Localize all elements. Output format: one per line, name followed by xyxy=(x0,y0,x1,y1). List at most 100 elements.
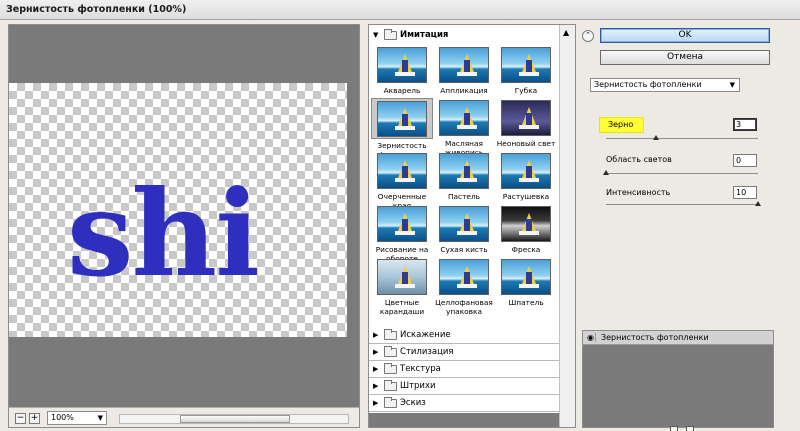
filter-thumb-palette-knife[interactable]: Шпатель xyxy=(495,257,557,316)
preview-background-top xyxy=(9,25,359,83)
intensity-label: Интенсивность xyxy=(606,188,671,197)
grain-slider-thumb[interactable] xyxy=(653,135,660,140)
category-label: Штрихи xyxy=(400,381,436,391)
filter-preview-image xyxy=(501,47,551,83)
intensity-slider[interactable] xyxy=(606,204,758,205)
grain-slider[interactable] xyxy=(606,138,758,139)
filter-thumb-applique[interactable]: Аппликация xyxy=(433,45,495,104)
window-title: Зернистость фотопленки (100%) xyxy=(6,4,187,15)
title-bar: Зернистость фотопленки (100%) xyxy=(0,0,800,20)
filter-thumb-fresco[interactable]: Фреска xyxy=(495,204,557,263)
zoom-value: 100% xyxy=(51,413,74,422)
expand-triangle-icon: ▶ xyxy=(373,382,379,390)
filter-preview-image xyxy=(501,206,551,242)
grain-input[interactable]: 3 xyxy=(733,118,757,131)
filter-select-value: Зернистость фотопленки xyxy=(594,80,702,89)
folder-icon xyxy=(384,380,397,391)
folder-icon xyxy=(384,363,397,374)
expand-triangle-icon: ▶ xyxy=(373,399,379,407)
collapse-icon[interactable]: ⌃ xyxy=(582,30,594,42)
preview-sample-text: shi xyxy=(67,164,260,303)
zoom-in-button[interactable]: + xyxy=(29,413,40,424)
filter-select[interactable]: Зернистость фотопленки ▼ xyxy=(590,78,740,92)
filter-thumb-oil-paint[interactable]: Масляная живопись xyxy=(433,98,495,157)
filter-preview-image xyxy=(377,47,427,83)
highlight-area-slider[interactable] xyxy=(606,173,758,174)
filter-thumb-underpainting[interactable]: Рисование на обороте xyxy=(371,204,433,263)
preview-vertical-scrollbar[interactable] xyxy=(347,83,359,337)
intensity-input[interactable]: 10 xyxy=(733,186,757,199)
filter-thumb-smudge[interactable]: Растушевка xyxy=(495,151,557,210)
effect-layers-panel: ◉ Зернистость фотопленки xyxy=(582,330,774,428)
expand-triangle-icon: ▶ xyxy=(373,348,379,356)
filter-preview-image xyxy=(439,100,489,136)
gallery-scrollbar[interactable]: ▲ xyxy=(559,25,575,427)
filter-thumb-plastic-wrap[interactable]: Целлофановая упаковка xyxy=(433,257,495,316)
filter-thumb-watercolor[interactable]: Акварель xyxy=(371,45,433,104)
highlight-area-input[interactable]: 0 xyxy=(733,154,757,167)
category-brush-strokes[interactable]: ▶ Штрихи xyxy=(369,378,559,395)
expand-triangle-icon: ▶ xyxy=(373,365,379,373)
ok-button[interactable]: OK xyxy=(600,28,770,43)
delete-effect-layer-icon[interactable] xyxy=(686,426,694,431)
filter-preview-image xyxy=(439,153,489,189)
zoom-select[interactable]: 100% ▼ xyxy=(47,411,107,425)
folder-icon xyxy=(384,397,397,408)
grain-label: Зерно xyxy=(600,118,644,132)
filter-preview-image xyxy=(439,206,489,242)
highlight-area-label: Область светов xyxy=(606,155,672,164)
filter-preview-image xyxy=(439,47,489,83)
eye-icon[interactable]: ◉ xyxy=(586,333,596,342)
scroll-up-icon[interactable]: ▲ xyxy=(563,28,569,37)
filter-settings: Зерно 3 Область светов 0 Интенсивность 1… xyxy=(588,96,788,206)
preview-horizontal-scrollbar[interactable] xyxy=(119,414,349,424)
expand-triangle-icon: ▶ xyxy=(373,331,379,339)
folder-icon xyxy=(384,329,397,340)
expand-triangle-icon: ▼ xyxy=(373,31,379,39)
settings-panel: ⌃ OK Отмена Зернистость фотопленки ▼ Зер… xyxy=(582,24,796,431)
filter-preview-image xyxy=(377,206,427,242)
filter-thumb-neon-glow[interactable]: Неоновый свет xyxy=(495,98,557,157)
folder-icon xyxy=(384,346,397,357)
category-distort[interactable]: ▶ Искажение xyxy=(369,327,559,344)
filter-preview-image xyxy=(439,259,489,295)
filter-thumb-sponge[interactable]: Губка xyxy=(495,45,557,104)
new-effect-layer-icon[interactable] xyxy=(670,426,678,431)
category-label: Стилизация xyxy=(400,347,454,357)
filter-preview-image xyxy=(501,259,551,295)
filter-thumb-poster-edges[interactable]: Очерченные края xyxy=(371,151,433,210)
filter-gallery: ▼ Имитация Акварель Аппликация Губка Зер… xyxy=(368,24,576,428)
category-label: Эскиз xyxy=(400,398,426,408)
chevron-down-icon: ▼ xyxy=(729,81,735,89)
intensity-slider-thumb[interactable] xyxy=(755,201,761,206)
filter-thumb-pastel[interactable]: Пастель xyxy=(433,151,495,210)
chevron-down-icon: ▼ xyxy=(97,414,103,422)
filter-thumb-film-grain[interactable]: Зернистость фотопленки xyxy=(371,98,433,159)
category-stylize[interactable]: ▶ Стилизация xyxy=(369,344,559,361)
folder-icon xyxy=(384,29,397,40)
effect-layer[interactable]: ◉ Зернистость фотопленки xyxy=(583,331,773,345)
preview-footer: − + 100% ▼ xyxy=(9,407,359,427)
filter-preview-image xyxy=(377,259,427,295)
filter-preview-image xyxy=(501,153,551,189)
filter-gallery-dialog: shi − + 100% ▼ ▼ Имитация Акварель Аппли… xyxy=(0,20,800,431)
filter-label: Шпатель xyxy=(508,298,544,307)
highlight-area-slider-thumb[interactable] xyxy=(603,170,609,175)
preview-panel: shi − + 100% ▼ xyxy=(8,24,360,428)
filter-thumb-dry-brush[interactable]: Сухая кисть xyxy=(433,204,495,263)
effect-layer-name: Зернистость фотопленки xyxy=(601,333,709,342)
cancel-button[interactable]: Отмена xyxy=(600,50,770,65)
filter-thumb-colored-pencil[interactable]: Цветные карандаши xyxy=(371,257,433,316)
category-sketch[interactable]: ▶ Эскиз xyxy=(369,395,559,412)
scrollbar-thumb[interactable] xyxy=(180,415,290,423)
category-texture[interactable]: ▶ Текстура xyxy=(369,361,559,378)
filter-label: Целлофановая упаковка xyxy=(435,298,493,316)
filter-preview-image xyxy=(377,101,427,137)
zoom-out-button[interactable]: − xyxy=(15,413,26,424)
category-imitation[interactable]: ▼ Имитация xyxy=(369,27,559,44)
preview-canvas[interactable]: shi xyxy=(9,83,347,337)
gallery-empty-area xyxy=(369,413,575,427)
category-label: Имитация xyxy=(400,30,449,40)
category-label: Искажение xyxy=(400,330,451,340)
category-label: Текстура xyxy=(400,364,441,374)
